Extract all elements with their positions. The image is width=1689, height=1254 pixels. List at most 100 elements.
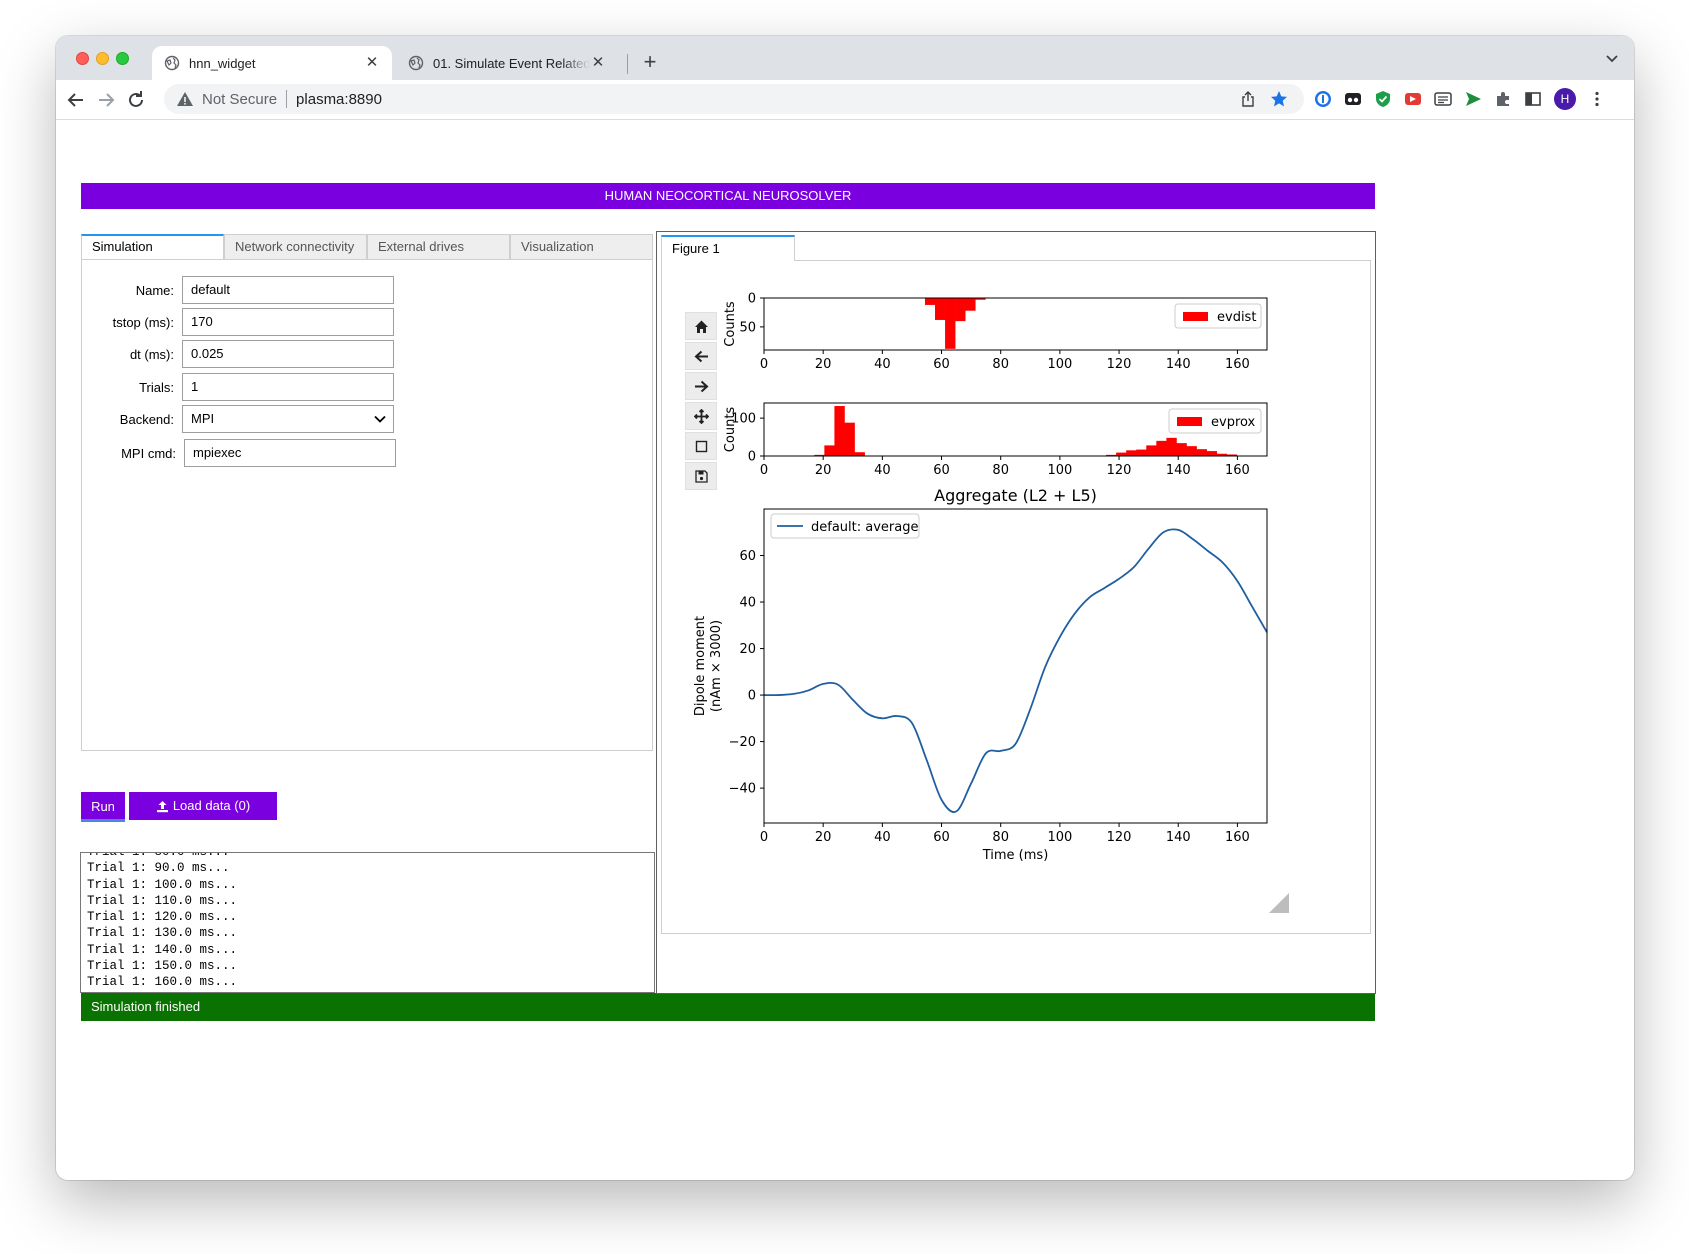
- histogram-bar: [955, 298, 966, 322]
- password-manager-icon[interactable]: [1314, 90, 1332, 108]
- x-tick-label: 40: [874, 463, 891, 478]
- tab-simulation[interactable]: Simulation: [81, 234, 224, 260]
- chevron-down-icon[interactable]: [1604, 50, 1620, 66]
- backend-value: MPI: [191, 411, 215, 426]
- more-menu-icon[interactable]: [1588, 90, 1606, 108]
- simulation-log[interactable]: Trial 1: 80.0 ms... Trial 1: 90.0 ms... Tr…: [80, 852, 655, 993]
- side-panel-icon[interactable]: [1524, 90, 1542, 108]
- bookmark-star-icon[interactable]: [1270, 90, 1288, 108]
- video-extension-icon[interactable]: [1404, 90, 1422, 108]
- close-window-button[interactable]: [76, 52, 89, 65]
- browser-toolbar: Not Secure plasma:8890 H: [56, 80, 1634, 120]
- browser-tab-simulate-erps[interactable]: 01. Simulate Event Related Potentials (E…: [396, 46, 618, 80]
- x-tick-label: 100: [1047, 830, 1072, 845]
- x-tick-label: 120: [1107, 463, 1132, 478]
- reader-extension-icon[interactable]: [1434, 90, 1452, 108]
- zoom-window-button[interactable]: [116, 52, 129, 65]
- histogram-bar: [834, 406, 845, 456]
- mpicmd-input[interactable]: mpiexec: [184, 439, 396, 467]
- log-line: Trial 1: 130.0 ms...: [87, 926, 238, 941]
- tab-figure-1[interactable]: Figure 1: [661, 235, 795, 261]
- x-tick-label: 40: [874, 830, 891, 845]
- figure-panel: Figure 1 0 20 40 60 80 100 120 140 160 0…: [656, 231, 1376, 994]
- resize-handle-icon[interactable]: [1269, 893, 1289, 913]
- log-lines: Trial 1: 80.0 ms... Trial 1: 90.0 ms... Tr…: [87, 852, 238, 991]
- name-label: Name:: [135, 282, 174, 298]
- mpicmd-row: MPI cmd: mpiexec: [82, 439, 396, 467]
- settings-tabs: Simulation Network connectivity External…: [81, 234, 653, 260]
- legend-label: evprox: [1211, 415, 1256, 430]
- x-tick-label: 120: [1107, 357, 1132, 372]
- back-arrow-icon[interactable]: [64, 88, 88, 112]
- puzzle-piece-icon[interactable]: [1494, 90, 1512, 108]
- backend-row: Backend: MPI: [82, 405, 394, 433]
- y-axis-label: Dipole moment(nAm × 3000): [693, 616, 724, 716]
- tab-visualization[interactable]: Visualization: [510, 234, 653, 260]
- new-tab-button[interactable]: +: [636, 49, 664, 77]
- warning-icon[interactable]: [176, 90, 194, 108]
- omnibox-divider: [286, 90, 288, 108]
- y-axis-label-line: (nAm × 3000): [709, 620, 724, 712]
- tab-network-connectivity[interactable]: Network connectivity: [224, 234, 367, 260]
- mpicmd-label: MPI cmd:: [121, 445, 176, 461]
- tstop-input[interactable]: 170: [182, 308, 394, 336]
- url-text[interactable]: plasma:8890: [296, 91, 382, 108]
- page-content: HUMAN NEOCORTICAL NEUROSOLVER Simulation…: [56, 121, 1634, 1180]
- reload-icon[interactable]: [124, 88, 148, 112]
- tab-external-drives[interactable]: External drives: [367, 234, 510, 260]
- simulation-form: Name: default tstop (ms): 170 dt (ms): 0…: [81, 259, 653, 751]
- run-button[interactable]: Run: [81, 792, 125, 822]
- security-label[interactable]: Not Secure: [202, 91, 277, 108]
- legend: evprox: [1168, 408, 1262, 434]
- log-line: Trial 1: 120.0 ms...: [87, 910, 238, 925]
- log-line: Trial 1: 100.0 ms...: [87, 877, 238, 892]
- y-tick-label: −20: [729, 735, 756, 750]
- x-tick-label: 100: [1047, 357, 1072, 372]
- tab-strip: hnn_widget ✕ 01. Simulate Event Related …: [56, 36, 1634, 80]
- name-row: Name: default: [82, 276, 394, 304]
- histogram-bar: [1156, 440, 1167, 456]
- dt-input[interactable]: 0.025: [182, 340, 394, 368]
- chart-title: Aggregate (L2 + L5): [934, 486, 1097, 505]
- glasses-extension-icon[interactable]: [1344, 90, 1362, 108]
- share-icon[interactable]: [1240, 91, 1256, 107]
- send-icon[interactable]: [1464, 90, 1482, 108]
- load-data-button[interactable]: Load data (0): [129, 792, 277, 820]
- trials-label: Trials:: [139, 379, 174, 395]
- log-line: Trial 1: 90.0 ms...: [87, 861, 230, 876]
- tstop-row: tstop (ms): 170: [82, 308, 394, 336]
- x-tick-label: 60: [933, 357, 950, 372]
- shield-icon[interactable]: [1374, 90, 1392, 108]
- histogram-bar: [1126, 450, 1137, 456]
- y-tick-label: −40: [729, 782, 756, 797]
- histogram-bar: [1146, 445, 1157, 456]
- upload-icon: [156, 800, 168, 812]
- trials-row: Trials: 1: [82, 373, 394, 401]
- address-bar[interactable]: Not Secure plasma:8890: [164, 84, 1304, 114]
- y-tick-label: 60: [739, 549, 756, 564]
- minimize-window-button[interactable]: [96, 52, 109, 65]
- x-tick-label: 140: [1166, 357, 1191, 372]
- profile-avatar[interactable]: H: [1554, 88, 1576, 110]
- axes-3: 0 20 40 60 80 100 120 140 160 −40 −20 0 20 40 60 Aggreg…: [693, 486, 1268, 863]
- legend-swatch: [1177, 417, 1202, 426]
- forward-arrow-icon[interactable]: [94, 88, 118, 112]
- histogram-bar: [854, 452, 865, 456]
- x-tick-label: 20: [815, 830, 832, 845]
- backend-label: Backend:: [119, 411, 174, 427]
- axes-2: 0 20 40 60 80 100 120 140 1600100Counts evprox: [723, 402, 1268, 478]
- close-tab-icon[interactable]: ✕: [590, 55, 606, 71]
- axes-frame: [763, 508, 1268, 824]
- browser-tab-hnn-widget[interactable]: hnn_widget ✕: [152, 46, 392, 80]
- y-tick-label: 20: [739, 642, 756, 657]
- trials-input[interactable]: 1: [182, 373, 394, 401]
- tab-title: hnn_widget: [189, 55, 256, 71]
- histogram-bar: [1116, 452, 1127, 456]
- histogram-bar: [935, 298, 946, 320]
- backend-select[interactable]: MPI: [182, 405, 394, 433]
- name-input[interactable]: default: [182, 276, 394, 304]
- figure-svg[interactable]: 0 20 40 60 80 100 120 140 160050Counts evdist0 20 4…: [662, 261, 1370, 933]
- histogram-bar: [1166, 437, 1177, 456]
- close-tab-icon[interactable]: ✕: [364, 55, 380, 71]
- log-line: Trial 1: 80.0 ms...: [87, 852, 230, 859]
